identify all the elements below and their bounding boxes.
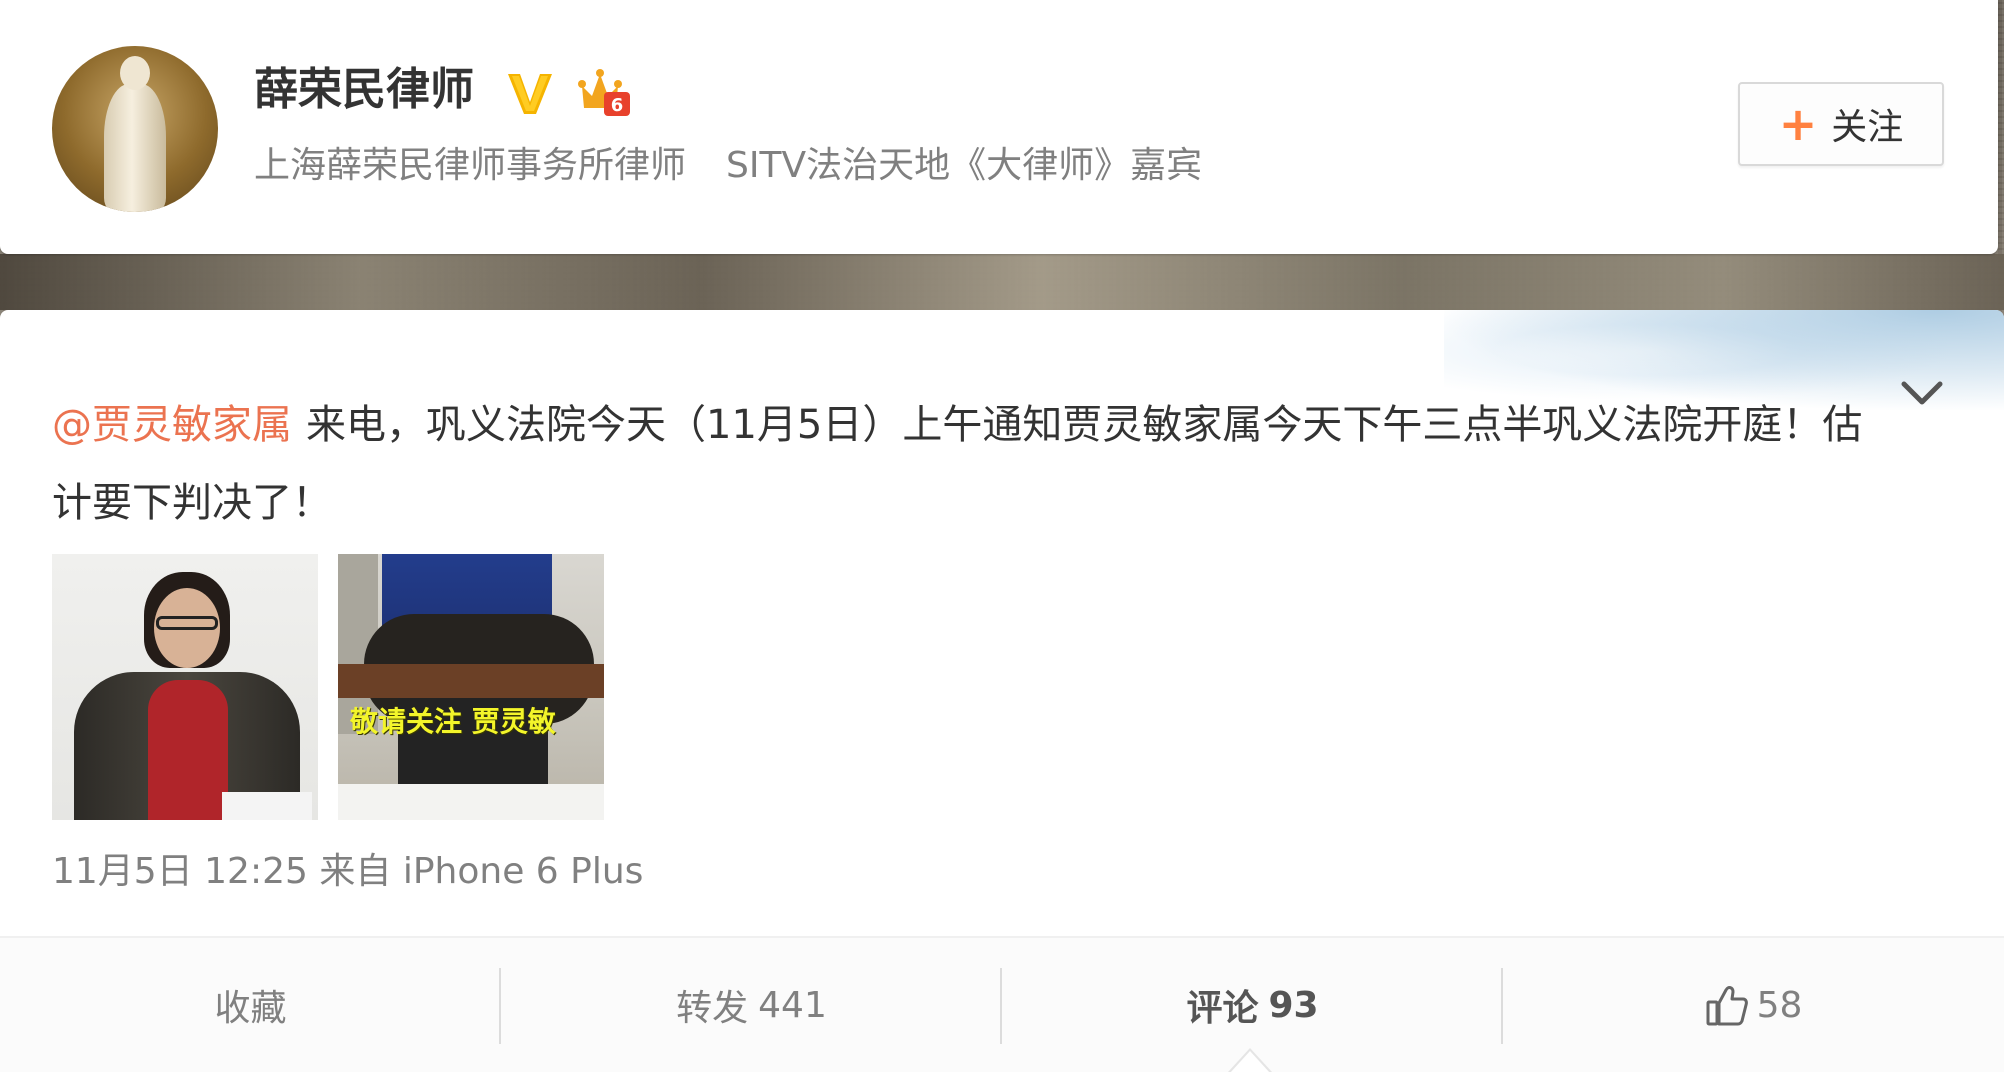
chevron-down-icon[interactable] [1900, 378, 1944, 408]
user-description: 上海薛荣民律师事务所律师 SITV法治天地《大律师》嘉宾 [254, 140, 1202, 192]
svg-text:6: 6 [611, 95, 624, 116]
favorite-label: 收藏 [214, 988, 287, 1029]
user-name[interactable]: 薛荣民律师 [254, 58, 474, 122]
post-source-link[interactable]: iPhone 6 Plus [403, 851, 644, 892]
avatar[interactable] [52, 46, 218, 212]
plus-icon: + [1778, 97, 1818, 151]
image-caption: 敬请关注 贾灵敏 [350, 705, 556, 738]
repost-count: 441 [758, 984, 827, 1026]
comment-count: 93 [1268, 984, 1319, 1026]
vip-crown-icon[interactable]: 6 [578, 66, 632, 118]
image-shirt [148, 680, 228, 820]
post-image-2[interactable]: 敬请关注 贾灵敏 [338, 554, 604, 820]
active-tab-pointer-inner [1230, 1051, 1270, 1072]
post-image-1[interactable] [52, 554, 318, 820]
user-description-company: 上海薛荣民律师事务所律师 [254, 145, 687, 186]
image-glasses [156, 616, 218, 630]
repost-button[interactable]: 转发 441 [501, 938, 1002, 1072]
follow-button[interactable]: + 关注 [1738, 82, 1944, 166]
like-count: 58 [1756, 984, 1803, 1026]
cover-image-strip [0, 254, 2004, 310]
avatar-figure [104, 84, 166, 212]
comment-label: 评论 [1186, 988, 1259, 1029]
image-paper [222, 792, 312, 820]
image-desk [338, 664, 604, 698]
mention-link[interactable]: @贾灵敏家属 [52, 402, 292, 448]
thumbs-up-icon [1706, 986, 1748, 1026]
post-body: 来电，巩义法院今天（11月5日）上午通知贾灵敏家属今天下午三点半巩义法院开庭！估… [52, 402, 1863, 526]
post-card: @贾灵敏家属 来电，巩义法院今天（11月5日）上午通知贾灵敏家属今天下午三点半巩义… [0, 310, 2004, 1072]
post-meta: 11月5日 12:25 来自 iPhone 6 Plus [52, 846, 643, 898]
post-text: @贾灵敏家属 来电，巩义法院今天（11月5日）上午通知贾灵敏家属今天下午三点半巩义… [52, 386, 1892, 542]
post-from-label: 来自 [319, 851, 392, 892]
user-description-show: SITV法治天地《大律师》嘉宾 [726, 145, 1203, 186]
post-action-bar: 收藏 转发 441 评论 93 58 [0, 936, 2004, 1072]
favorite-button[interactable]: 收藏 [0, 938, 501, 1072]
like-button[interactable]: 58 [1503, 938, 2004, 1072]
post-time-link[interactable]: 11月5日 12:25 [52, 851, 308, 892]
verified-v-icon[interactable] [506, 66, 554, 118]
profile-header-card: 薛荣民律师 6 上海薛荣民律师事务所律师 SITV法治天地《大律师》嘉宾 + 关注 [0, 0, 1998, 254]
repost-label: 转发 [676, 988, 749, 1029]
image-bottom-strip [338, 784, 604, 820]
avatar-figure-head [120, 56, 150, 90]
follow-label: 关注 [1831, 107, 1904, 148]
